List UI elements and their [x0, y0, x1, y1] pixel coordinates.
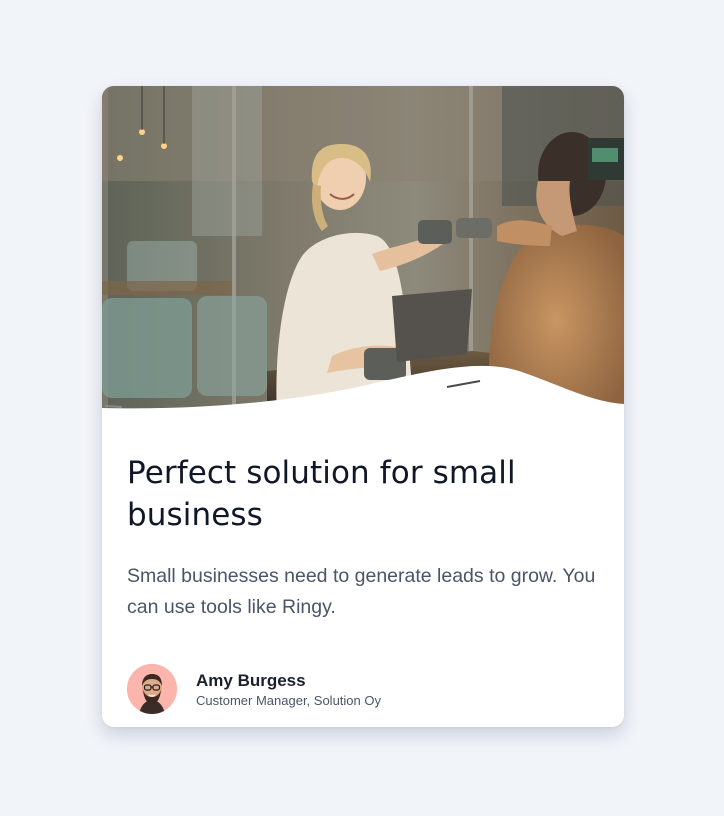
- memoji-avatar-icon: [127, 664, 177, 714]
- card-title[interactable]: Perfect solution for small business: [127, 452, 607, 536]
- author-block[interactable]: Amy Burgess Customer Manager, Solution O…: [127, 664, 381, 714]
- author-name[interactable]: Amy Burgess: [196, 670, 381, 692]
- card-description: Small businesses need to generate leads …: [127, 565, 596, 618]
- card-image: [102, 86, 624, 416]
- blog-card[interactable]: Perfect solution for small business Smal…: [102, 86, 624, 727]
- author-meta: Amy Burgess Customer Manager, Solution O…: [196, 670, 381, 709]
- author-role: Customer Manager, Solution Oy: [196, 692, 381, 708]
- card-body: Perfect solution for small business: [127, 452, 607, 536]
- avatar: [127, 664, 177, 714]
